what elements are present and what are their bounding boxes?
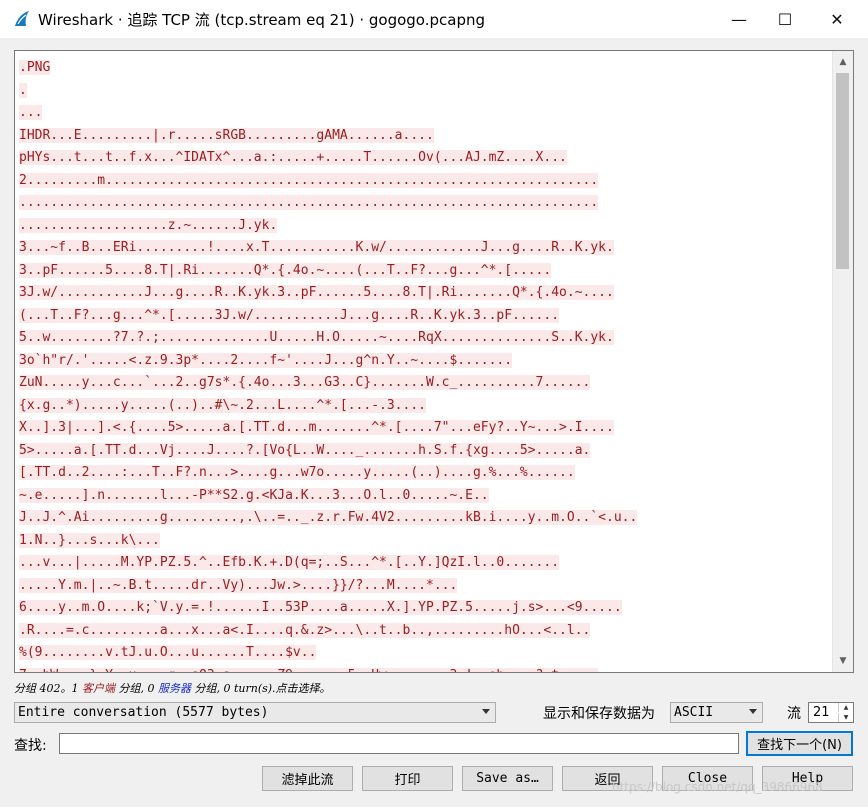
stream-line: ~.e.....].n.......l...-P**S2.g.<KJa.K...… xyxy=(19,485,831,508)
stream-label: 流 xyxy=(787,706,801,722)
stream-line: ........................................… xyxy=(19,192,831,215)
stream-content-view[interactable]: .PNG.... IHDR...E.........|.r.....sRGB...… xyxy=(14,50,854,673)
conversation-selected-value: Entire conversation (5577 bytes) xyxy=(18,705,269,720)
scroll-thumb[interactable] xyxy=(836,73,849,269)
stream-line-text: ... xyxy=(19,105,43,120)
stream-line: ...................z.~......J.yk. xyxy=(19,215,831,238)
stream-line: X..].3|...].<.{....5>.....a.[.TT.d...m..… xyxy=(19,417,831,440)
stream-line: IHDR...E.........|.r.....sRGB.........gA… xyxy=(19,125,831,148)
title-bar[interactable]: Wireshark · 追踪 TCP 流 (tcp.stream eq 21) … xyxy=(0,0,868,38)
stream-line-text: 1.N..}...s...k\... xyxy=(19,532,160,548)
vertical-scrollbar[interactable]: ▲ ▼ xyxy=(832,51,853,672)
stream-line: pHYs...t...t..f.x...^IDATx^...a.:.....+.… xyxy=(19,147,831,170)
stream-lines: .PNG.... IHDR...E.........|.r.....sRGB...… xyxy=(19,57,831,672)
stream-line: ...v...|.....M.YP.PZ.5.^..Efb.K.+.D(q=;.… xyxy=(19,552,831,575)
stream-number-spinbox[interactable]: 21 ▲ ▼ xyxy=(808,702,854,723)
stream-line-text: (...T..F?...g...^*.[.....3J.w/..........… xyxy=(19,307,560,323)
stream-line: .R....=.c.........a...x...a<.I....q.&.z>… xyxy=(19,620,831,643)
window-title: Wireshark · 追踪 TCP 流 (tcp.stream eq 21) … xyxy=(38,11,485,29)
stream-line-text: 6....y..m.O....k;`V.y.=.!......I..53P...… xyxy=(19,600,622,615)
maximize-button[interactable]: ☐ xyxy=(762,0,808,38)
show-save-label: 显示和保存数据为 xyxy=(543,706,655,722)
stream-line-text: ZuN.....y...c...`...2..g7s*.{.4o...3...G… xyxy=(19,375,591,390)
stream-line-text: 5>.....a.[.TT.d...Vj....J....?.[Vo{L..W.… xyxy=(19,442,591,458)
server-label: 服务器 xyxy=(158,682,191,695)
stream-line-text: 2.........m.............................… xyxy=(19,172,599,188)
stream-line-text: [.TT.d..2....:...T..F?.n...>....g...w7o.… xyxy=(19,465,575,480)
client-label: 客户端 xyxy=(82,682,115,695)
stream-line-text: . xyxy=(19,82,27,98)
stream-line-text: {x.g..*).....y.....(..)..#\~.2...L....^*… xyxy=(19,397,426,413)
stream-line-text: 5..w........?7.?.;..............U.....H.… xyxy=(19,330,614,345)
stream-line-text: .PNG xyxy=(19,60,51,75)
stream-line: 1.N..}...s...k\... xyxy=(19,530,831,553)
stream-line: .....Y.m.|..~.B.t.....dr..Vy)...Jw.>....… xyxy=(19,575,831,598)
stream-line: 2.........m.............................… xyxy=(19,170,831,193)
stream-line-text: IHDR...E.........|.r.....sRGB.........gA… xyxy=(19,127,434,143)
stream-line: 3..pF......5....8.T|.Ri.......Q*.{.4o.~.… xyxy=(19,260,831,283)
minimize-button[interactable]: — xyxy=(716,0,762,38)
stream-line-text: 3...~f..B...ERi.........!....x.T........… xyxy=(19,240,614,255)
format-select[interactable]: ASCII xyxy=(670,702,763,723)
spin-up-icon[interactable]: ▲ xyxy=(838,703,853,712)
stream-line: 5>.....a.[.TT.d...Vj....J....?.[Vo{L..W.… xyxy=(19,440,831,463)
stream-line-text: ...v...|.....M.YP.PZ.5.^..Efb.K.+.D(q=;.… xyxy=(19,555,560,570)
packet-status-line: 分组 402。1 客户端 分组, 0 服务器 分组, 0 turn(s).点击选… xyxy=(14,680,331,696)
stream-line: (...T..F?...g...^*.[.....3J.w/..........… xyxy=(19,305,831,328)
stream-line: %(9........v.tJ.u.O...u......T....$v.. xyxy=(19,642,831,665)
stream-line-text: 3..pF......5....8.T|.Ri.......Q*.{.4o.~.… xyxy=(19,262,552,278)
spin-down-icon[interactable]: ▼ xyxy=(838,713,853,722)
stream-line-text: 3J.w/...........J...g....R..K.yk.3..pF..… xyxy=(19,285,614,300)
stream-line-text: %(9........v.tJ.u.O...u......T....$v.. xyxy=(19,645,317,660)
stream-line: 7..bW....}.Y..u....g..sQ3.s......Z9.....… xyxy=(19,665,831,672)
stream-line-text: pHYs...t...t..f.x...^IDATx^...a.:.....+.… xyxy=(19,150,567,165)
stream-line-text: ...................z.~......J.yk. xyxy=(19,217,278,233)
stream-line: ... xyxy=(19,102,831,125)
filter-out-button[interactable]: 滤掉此流 xyxy=(262,766,353,791)
status-suffix: 分组, 0 turn(s).点击选择。 xyxy=(191,682,331,695)
find-label: 查找: xyxy=(14,738,47,754)
stream-line: 3...~f..B...ERi.........!....x.T........… xyxy=(19,237,831,260)
find-next-button[interactable]: 查找下一个(N) xyxy=(746,731,853,756)
stream-line: 5..w........?7.?.;..............U.....H.… xyxy=(19,327,831,350)
find-input[interactable] xyxy=(59,733,739,754)
stream-line-text: J..J.^.Ai.........g.........,.\..=.._.z.… xyxy=(19,510,638,525)
stream-line-text: 7..bW....}.Y..u....g..sQ3.s......Z9.....… xyxy=(19,667,599,672)
stream-line-text: ........................................… xyxy=(19,195,599,210)
chevron-down-icon xyxy=(749,709,757,714)
conversation-select[interactable]: Entire conversation (5577 bytes) xyxy=(14,702,496,723)
stream-line: J..J.^.Ai.........g.........,.\..=.._.z.… xyxy=(19,507,831,530)
stream-line: ZuN.....y...c...`...2..g7s*.{.4o...3...G… xyxy=(19,372,831,395)
stream-line-text: 3o`h"r/.'.....<.z.9.3p*....2....f~'....J… xyxy=(19,352,513,368)
format-selected-value: ASCII xyxy=(674,705,714,720)
stream-line-text: .R....=.c.........a...x...a<.I....q.&.z>… xyxy=(19,622,591,638)
stream-line: [.TT.d..2....:...T..F?.n...>....g...w7o.… xyxy=(19,462,831,485)
close-window-button[interactable]: ✕ xyxy=(814,0,860,38)
stream-line: 3J.w/...........J...g....R..K.yk.3..pF..… xyxy=(19,282,831,305)
stream-line: 6....y..m.O....k;`V.y.=.!......I..53P...… xyxy=(19,597,831,620)
chevron-down-icon xyxy=(482,709,490,714)
scroll-down-arrow-icon[interactable]: ▼ xyxy=(833,652,853,670)
stream-line: .PNG xyxy=(19,57,831,80)
stream-number-value: 21 xyxy=(813,705,830,720)
status-prefix: 分组 402。1 xyxy=(14,682,82,695)
stream-line: . xyxy=(19,80,831,103)
stream-line-text: .....Y.m.|..~.B.t.....dr..Vy)...Jw.>....… xyxy=(19,577,458,593)
stream-line: 3o`h"r/.'.....<.z.9.3p*....2....f~'....J… xyxy=(19,350,831,373)
stream-line: {x.g..*).....y.....(..)..#\~.2...L....^*… xyxy=(19,395,831,418)
save-as-button[interactable]: Save as… xyxy=(462,766,553,791)
print-button[interactable]: 打印 xyxy=(362,766,453,791)
scroll-up-arrow-icon[interactable]: ▲ xyxy=(833,53,853,71)
stream-line-text: X..].3|...].<.{....5>.....a.[.TT.d...m..… xyxy=(19,420,614,435)
wireshark-fin-icon xyxy=(15,11,29,26)
stream-line-text: ~.e.....].n.......l...-P**S2.g.<KJa.K...… xyxy=(19,487,489,503)
status-mid: 分组, 0 xyxy=(115,682,158,695)
watermark-text: https://blog.csdn.net/qq_39866968 xyxy=(612,780,823,794)
